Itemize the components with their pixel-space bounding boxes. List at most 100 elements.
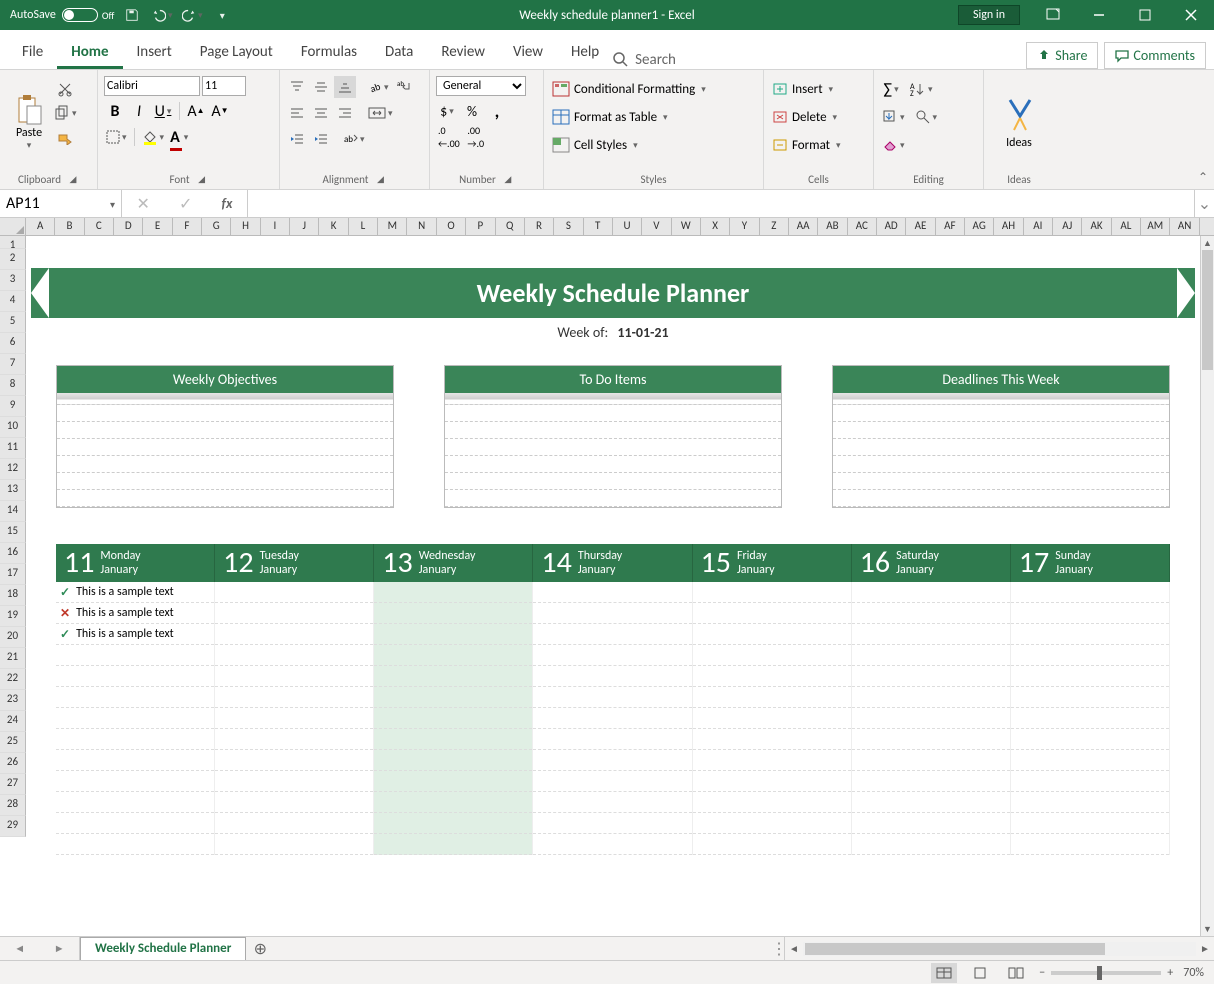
calendar-cell[interactable] (215, 792, 373, 813)
tab-file[interactable]: File (8, 37, 57, 69)
calendar-cell[interactable] (215, 624, 373, 645)
align-right-icon[interactable] (334, 102, 356, 124)
column-header[interactable]: Y (730, 218, 759, 235)
sort-filter-icon[interactable]: AZ (908, 78, 935, 100)
row-header[interactable]: 2 (0, 249, 26, 270)
calendar-cell[interactable] (215, 813, 373, 834)
row-header[interactable]: 14 (0, 501, 26, 522)
find-select-icon[interactable] (913, 106, 940, 128)
normal-view-icon[interactable] (931, 963, 957, 983)
calendar-cell[interactable] (852, 603, 1010, 624)
calendar-cell[interactable] (374, 771, 532, 792)
percent-style-icon[interactable]: % (461, 100, 483, 122)
calendar-cell[interactable] (1011, 771, 1169, 792)
column-header[interactable]: T (584, 218, 613, 235)
format-painter-icon[interactable] (52, 126, 79, 148)
row-header[interactable]: 16 (0, 543, 26, 564)
calendar-cell[interactable] (533, 666, 691, 687)
row-header[interactable]: 27 (0, 774, 26, 795)
column-header[interactable]: N (407, 218, 436, 235)
column-header[interactable]: Z (760, 218, 789, 235)
row-header[interactable]: 25 (0, 732, 26, 753)
calendar-day-column[interactable] (215, 582, 374, 855)
column-header[interactable]: Q (496, 218, 525, 235)
row-header[interactable]: 8 (0, 375, 26, 396)
align-bottom-icon[interactable] (334, 76, 356, 98)
tab-scroll-first-icon[interactable]: ◄ (14, 942, 25, 955)
calendar-cell[interactable] (852, 792, 1010, 813)
calendar-cell[interactable] (852, 813, 1010, 834)
calendar-cell[interactable] (215, 771, 373, 792)
expand-formula-bar-icon[interactable]: ⌄ (1194, 190, 1214, 217)
clipboard-dialog-launcher[interactable]: ◢ (67, 173, 79, 185)
column-header[interactable]: AJ (1053, 218, 1082, 235)
column-header[interactable]: M (378, 218, 407, 235)
column-header[interactable]: P (466, 218, 495, 235)
column-header[interactable]: AB (818, 218, 847, 235)
row-header[interactable]: 20 (0, 627, 26, 648)
calendar-cell[interactable] (56, 729, 214, 750)
column-header[interactable]: I (261, 218, 290, 235)
select-all-button[interactable] (0, 218, 26, 235)
font-name-select[interactable] (104, 76, 200, 96)
paste-button[interactable]: Paste ▾ (6, 74, 52, 171)
horizontal-scrollbar[interactable]: ◄ ► (784, 937, 1214, 960)
row-header[interactable]: 28 (0, 795, 26, 816)
calendar-cell[interactable] (533, 792, 691, 813)
calendar-cell[interactable] (215, 708, 373, 729)
format-as-table-button[interactable]: Format as Table (550, 106, 757, 128)
calendar-cell[interactable] (215, 582, 373, 603)
row-header[interactable]: 3 (0, 270, 26, 291)
share-button[interactable]: Share (1026, 42, 1098, 69)
increase-font-icon[interactable]: A▲ (185, 100, 207, 122)
row-header[interactable]: 19 (0, 606, 26, 627)
row-header[interactable]: 5 (0, 312, 26, 333)
comments-button[interactable]: Comments (1104, 42, 1206, 69)
align-middle-icon[interactable] (310, 76, 332, 98)
sheet-tab-active[interactable]: Weekly Schedule Planner (80, 937, 246, 960)
calendar-cell[interactable] (852, 582, 1010, 603)
format-cells-button[interactable]: Format (770, 134, 867, 156)
copy-icon[interactable] (52, 102, 79, 124)
calendar-cell[interactable] (56, 813, 214, 834)
calendar-cell[interactable] (56, 687, 214, 708)
row-header[interactable]: 24 (0, 711, 26, 732)
column-header[interactable]: AK (1082, 218, 1111, 235)
tell-me-search[interactable]: Search (613, 51, 676, 69)
calendar-cell[interactable] (693, 582, 851, 603)
italic-button[interactable]: I (128, 100, 150, 122)
calendar-cell[interactable] (215, 750, 373, 771)
calendar-cell[interactable] (852, 645, 1010, 666)
calendar-day-column[interactable]: ✓This is a sample text✕This is a sample … (56, 582, 215, 855)
calendar-cell[interactable] (215, 666, 373, 687)
calendar-cell[interactable] (693, 666, 851, 687)
calendar-cell[interactable] (1011, 792, 1169, 813)
merge-center-icon[interactable] (366, 102, 395, 124)
row-header[interactable]: 4 (0, 291, 26, 312)
calendar-cell[interactable] (693, 687, 851, 708)
font-color-icon[interactable]: A (168, 126, 190, 148)
accounting-format-icon[interactable]: $ (436, 100, 458, 122)
number-dialog-launcher[interactable]: ◢ (502, 173, 514, 185)
maximize-icon[interactable] (1122, 0, 1168, 30)
row-header[interactable]: 15 (0, 522, 26, 543)
row-header[interactable]: 26 (0, 753, 26, 774)
cell-styles-button[interactable]: Cell Styles (550, 134, 757, 156)
column-header[interactable]: AN (1170, 218, 1199, 235)
calendar-cell[interactable] (693, 645, 851, 666)
calendar-cell[interactable] (1011, 645, 1169, 666)
borders-icon[interactable] (104, 126, 129, 148)
zoom-in-icon[interactable]: + (1167, 966, 1173, 980)
calendar-cell[interactable] (374, 603, 532, 624)
calendar-cell[interactable] (215, 603, 373, 624)
calendar-cell[interactable] (693, 708, 851, 729)
calendar-cell[interactable] (533, 708, 691, 729)
new-sheet-button[interactable]: ⊕ (246, 937, 274, 960)
calendar-cell[interactable] (852, 708, 1010, 729)
ideas-button[interactable]: Ideas (1004, 96, 1034, 150)
calendar-day-column[interactable] (374, 582, 533, 855)
calendar-cell[interactable] (374, 813, 532, 834)
calendar-cell[interactable] (693, 603, 851, 624)
calendar-cell[interactable] (1011, 708, 1169, 729)
column-header[interactable]: G (202, 218, 231, 235)
